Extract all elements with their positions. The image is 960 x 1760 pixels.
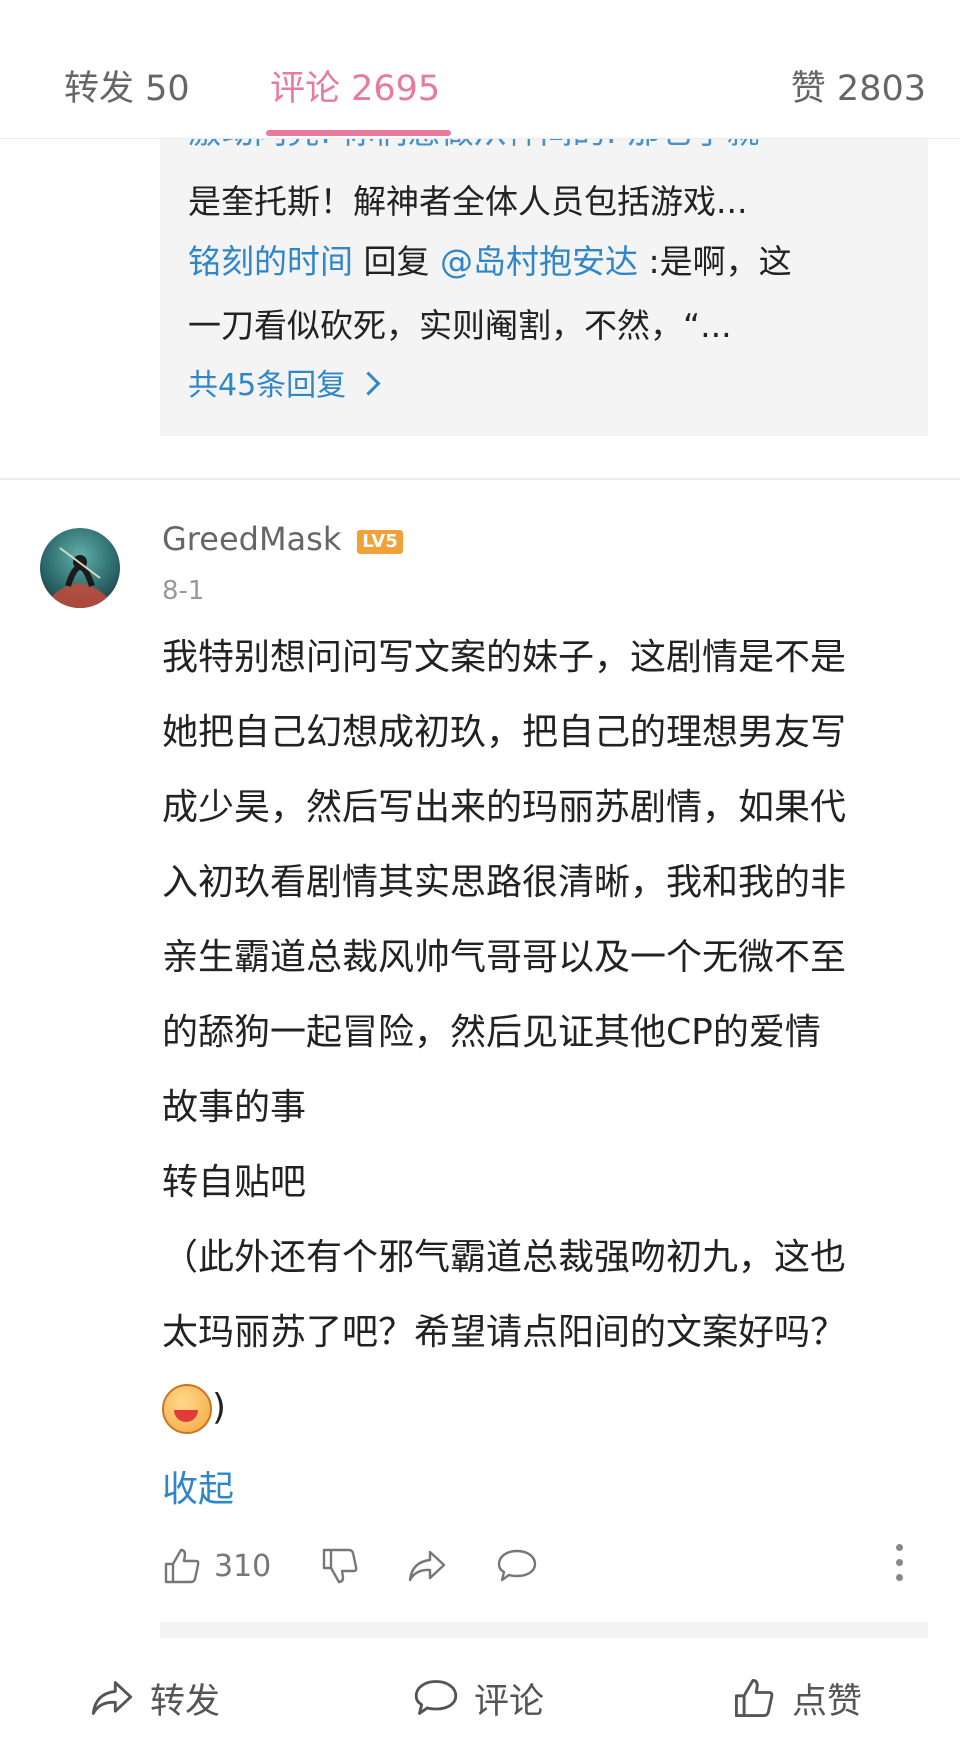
reply-button[interactable] (496, 1536, 538, 1596)
comment-line: 成少昊，然后写出来的玛丽苏剧情，如果代 (162, 787, 847, 828)
like-count: 310 (214, 1548, 272, 1584)
laughing-emoji-icon (162, 1384, 212, 1434)
bottom-repost-button[interactable]: 转发 (88, 1668, 220, 1728)
comment-line: 亲生霸道总裁风帅气哥哥以及一个无微不至 (162, 937, 847, 978)
tab-repost[interactable]: 转发 50 (64, 60, 190, 111)
bottom-like-label: 点赞 (792, 1681, 863, 1722)
reply-word: 回复 (353, 242, 440, 281)
comment-divider (0, 478, 960, 480)
reply-line-1: 是奎托斯！解神者全体人员包括游戏... (188, 182, 748, 221)
reply-text: :是啊，这 (637, 242, 792, 281)
comment-bubble-icon (497, 1549, 537, 1582)
reply-line-2: 铭刻的时间 回复 @岛村抱安达 :是啊，这 (188, 242, 792, 282)
thumbs-down-icon (322, 1548, 358, 1584)
comment-line: （此外还有个邪气霸道总裁强吻初九，这也 (162, 1237, 847, 1278)
reply-line-3: 一刀看似砍死，实则阉割，不然，“... (188, 306, 732, 345)
top-tab-bar: 转发 50 评论 2695 赞 2803 (0, 32, 960, 139)
active-tab-indicator (266, 130, 451, 136)
avatar[interactable] (40, 528, 120, 608)
bottom-like-button[interactable]: 点赞 (730, 1668, 862, 1728)
more-vertical-icon[interactable] (896, 1544, 904, 1588)
bottom-comment-button[interactable]: 评论 (412, 1668, 544, 1728)
thumbs-up-icon (164, 1548, 200, 1584)
comment-body: 我特别想问问写文案的妹子，这剧情是不是 她把自己幻想成初玖，把自己的理想男友写 … (162, 620, 932, 1445)
comment-line: 入初玖看剧情其实思路很清晰，我和我的非 (162, 862, 847, 903)
comment-line: 我特别想问问写文案的妹子，这剧情是不是 (162, 637, 847, 678)
sub-reply-preview[interactable]: 激动闪亮: 你们感做从神间的: 那它了就 是奎托斯！解神者全体人员包括游戏...… (160, 112, 928, 436)
collapse-button[interactable]: 收起 (162, 1460, 234, 1512)
comment-line: 故事的事 (162, 1087, 307, 1128)
bottom-action-bar: 转发 评论 点赞 (0, 1638, 960, 1760)
chevron-right-icon (356, 371, 381, 396)
thumbs-up-icon (734, 1678, 774, 1718)
bottom-comment-label: 评论 (474, 1681, 545, 1722)
reply-username-link[interactable]: 铭刻的时间 (188, 242, 353, 281)
comment-line: 她把自己幻想成初玖，把自己的理想男友写 (162, 712, 847, 753)
reply-mention-link[interactable]: @岛村抱安达 (440, 242, 638, 281)
comment-date: 8-1 (162, 576, 205, 606)
share-icon (408, 1550, 446, 1582)
total-replies-label: 共45条回复 (188, 368, 347, 403)
share-button[interactable] (406, 1536, 448, 1596)
tab-comments[interactable]: 评论 2695 (270, 60, 440, 111)
next-reply-preview (160, 1622, 928, 1638)
comment-line-emoji: ) (162, 1370, 932, 1445)
comment-tail: ) (212, 1387, 227, 1428)
comment-line: 转自贴吧 (162, 1162, 307, 1203)
comment-bubble-icon (414, 1680, 458, 1715)
level-badge: LV5 (357, 530, 403, 554)
share-icon (91, 1681, 133, 1715)
comment-line: 的舔狗一起冒险，然后见证其他CP的爱情 (162, 1012, 821, 1053)
avatar-image (40, 528, 120, 608)
bottom-repost-label: 转发 (150, 1681, 221, 1722)
like-button[interactable]: 310 (162, 1536, 271, 1596)
comment-line: 太玛丽苏了吧？希望请点阳间的文案好吗？ (162, 1312, 847, 1353)
tab-likes[interactable]: 赞 2803 (791, 60, 926, 111)
view-all-replies-link[interactable]: 共45条回复 (188, 366, 381, 406)
dislike-button[interactable] (320, 1536, 360, 1596)
comment-actions: 310 (162, 1536, 932, 1596)
comment-username[interactable]: GreedMask (162, 520, 341, 558)
